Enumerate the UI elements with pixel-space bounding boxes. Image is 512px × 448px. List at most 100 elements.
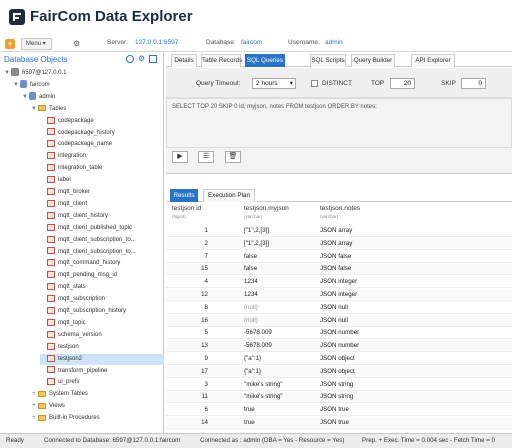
tree-item-table[interactable]: mqtt_client_subscription_to... <box>40 247 164 258</box>
table-cell: 13 <box>201 342 208 350</box>
tree-item-table[interactable]: mqtt_client_published_topic <box>40 223 164 234</box>
tree-item-label: label <box>58 177 71 184</box>
run-button[interactable]: ▶ <box>172 151 188 163</box>
table-row[interactable]: 9 {"a":1} JSON object <box>166 353 512 365</box>
tab-sql-scripts[interactable]: SQL Scripts <box>310 54 346 67</box>
top-input[interactable]: 20 <box>390 78 415 89</box>
tree-item-table[interactable]: ui_prefs <box>40 377 164 388</box>
clear-button[interactable]: 🗑 <box>225 151 241 163</box>
tree-item-folder[interactable]: + Built-in Procedures <box>31 413 164 424</box>
tree-item-user[interactable]: ▼ admin <box>22 92 164 103</box>
chevron-down-icon: ▾ <box>289 80 293 87</box>
query-timeout-select[interactable]: 2 hours ▾ <box>252 78 296 89</box>
column-header[interactable]: testjson.notes <box>320 205 360 212</box>
tree-item-table[interactable]: mqtt_pending_msg_id <box>40 270 164 281</box>
tree-item-table[interactable]: mqtt_broker <box>40 187 164 198</box>
table-row[interactable]: 13 -5678.009 JSON number <box>166 340 512 353</box>
tree-item-folder[interactable]: + Views <box>31 401 164 412</box>
query-button-bar <box>166 148 512 174</box>
table-row[interactable]: 16 (null) JSON null <box>166 314 512 327</box>
tree-item-folder[interactable]: + System Tables <box>31 389 164 400</box>
expand-toggle-icon[interactable]: ▼ <box>22 92 28 103</box>
table-row[interactable]: 15 false JSON false <box>166 263 512 276</box>
tree-item-label: schema_version <box>58 331 102 338</box>
tree-item-table[interactable]: transform_pipeline <box>40 366 164 377</box>
new-window-icon[interactable] <box>149 55 157 63</box>
tree-item-table[interactable]: codepackage <box>40 116 164 127</box>
folder-icon <box>38 105 46 112</box>
column-type: (varchar) <box>244 214 263 219</box>
tree-item-table[interactable]: label <box>40 175 164 186</box>
tree-item-table[interactable]: integration <box>40 151 164 162</box>
tree-item-table[interactable]: mqtt_subscription_history <box>40 306 164 317</box>
tree-item-table[interactable]: integration_table <box>40 163 164 174</box>
add-icon[interactable]: + <box>5 39 15 49</box>
tree-item-table[interactable]: mqtt_client_history <box>40 211 164 222</box>
table-row[interactable]: 5 -5678.009 JSON number <box>166 327 512 340</box>
tree-item-table[interactable]: codepackage_history <box>40 128 164 139</box>
tab-api-explorer[interactable]: API Explorer <box>411 54 455 67</box>
table-cell: true <box>244 406 255 414</box>
trash-icon: 🗑 <box>228 153 238 160</box>
tree-item-folder[interactable]: ▼ Tables <box>31 104 164 115</box>
tab-sql-queries[interactable]: SQL Queries <box>245 54 285 67</box>
tree-item-label: admin <box>39 93 56 100</box>
expand-toggle-icon[interactable]: ▼ <box>4 68 10 79</box>
menu-button[interactable]: Menu ▾ <box>21 38 52 50</box>
tree-item-table[interactable]: mqtt_command_history <box>40 258 164 269</box>
table-row[interactable]: 2 ["1",2,[3]] JSON array <box>166 237 512 250</box>
table-cell: 1234 <box>244 291 258 298</box>
tree-item-table[interactable]: mqtt_client_subscription_to... <box>40 235 164 246</box>
tab-query-builder[interactable]: Query Builder <box>351 54 395 67</box>
table-row[interactable]: 17 {"a":1} JSON object <box>166 365 512 378</box>
tab-table-records[interactable]: Table Records <box>201 54 242 67</box>
result-tab-results[interactable]: Results <box>170 189 198 202</box>
tree-item-table[interactable]: mqtt_stats <box>40 282 164 293</box>
column-header[interactable]: testjson.id <box>172 205 201 212</box>
username-label: Username: <box>288 39 320 46</box>
expand-toggle-icon[interactable]: ▼ <box>31 104 37 115</box>
history-button[interactable]: ☰ <box>198 151 214 163</box>
table-row[interactable]: 7 false JSON false <box>166 251 512 263</box>
expand-toggle-icon[interactable]: + <box>31 389 37 400</box>
expand-toggle-icon[interactable]: + <box>31 413 37 424</box>
server-value: 127.0.0.1:6597 <box>135 39 179 46</box>
tree-item-table[interactable]: mqtt_topic <box>40 318 164 329</box>
expand-toggle-icon[interactable]: ▼ <box>13 80 19 91</box>
tree-item-table[interactable]: testjson2 <box>40 353 164 365</box>
faircom-logo-icon <box>9 9 25 25</box>
result-tab-execution-plan[interactable]: Execution Plan <box>203 189 255 202</box>
table-row[interactable]: 1 ["1",2,[3]] JSON array <box>166 225 512 237</box>
table-cell: "mike's string" <box>244 393 283 401</box>
tree-item-server[interactable]: ▼ 6597@127.0.0.1 <box>4 68 164 79</box>
distinct-checkbox[interactable] <box>311 80 318 87</box>
table-row[interactable]: 14 true JSON true <box>166 417 512 429</box>
skip-input[interactable]: 0 <box>461 78 486 89</box>
tree-item-label: ui_prefs <box>58 379 80 386</box>
table-row[interactable]: 11 "mike's string" JSON string <box>166 391 512 404</box>
list-icon: ☰ <box>202 153 210 160</box>
tool-icon[interactable]: ⚙ <box>73 39 82 49</box>
tree-item-table[interactable]: schema_version <box>40 330 164 341</box>
tree-item-label: mqtt_pending_msg_id <box>58 272 118 279</box>
refresh-icon[interactable] <box>126 55 134 63</box>
table-row[interactable]: 4 1234 JSON integer <box>166 276 512 289</box>
settings-icon[interactable]: ⚙ <box>138 55 145 63</box>
table-row[interactable]: 6 true JSON true <box>166 404 512 417</box>
table-row[interactable]: 8 (null) JSON null <box>166 302 512 314</box>
table-cell: JSON false <box>320 265 352 273</box>
tree-item-table[interactable]: mqtt_subscription <box>40 294 164 305</box>
sql-text[interactable]: SELECT TOP 20 SKIP 0 id, myjson, notes F… <box>172 104 377 110</box>
tree-item-label: System Tables <box>49 391 88 398</box>
tab-details[interactable]: Details <box>171 54 197 67</box>
tree-item-db[interactable]: ▼ faircom <box>13 80 164 91</box>
table-cell: 3 <box>204 380 208 388</box>
tree-item-table[interactable]: testjson <box>40 342 164 353</box>
column-header[interactable]: testjson.myjson <box>244 205 289 212</box>
table-icon <box>47 140 55 148</box>
tree-item-table[interactable]: codepackage_name <box>40 139 164 150</box>
expand-toggle-icon[interactable]: + <box>31 401 37 412</box>
table-row[interactable]: 3 "mike's string" JSON string <box>166 379 512 391</box>
table-row[interactable]: 12 1234 JSON integer <box>166 289 512 301</box>
tree-item-table[interactable]: mqtt_client <box>40 199 164 210</box>
